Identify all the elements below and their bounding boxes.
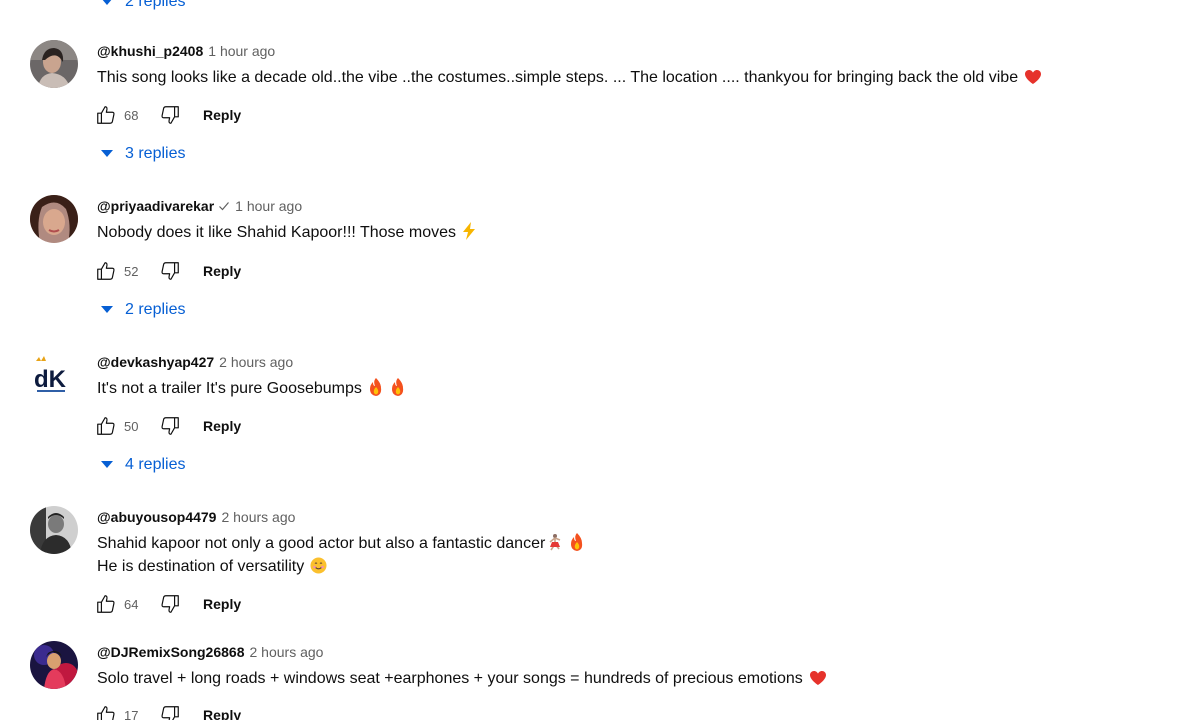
caret-down-icon	[101, 455, 113, 475]
fire-emoji-icon	[569, 533, 585, 551]
comment-actions: 50 Reply	[93, 413, 241, 439]
verified-checkmark-icon	[218, 200, 230, 212]
like-button[interactable]	[93, 591, 119, 617]
caret-down-icon	[101, 0, 113, 12]
comment-actions: 68 Reply	[93, 102, 241, 128]
avatar-monogram: dK	[34, 366, 67, 393]
reply-button[interactable]: Reply	[203, 263, 241, 279]
like-count: 17	[124, 707, 139, 720]
fire-emoji-icon	[368, 378, 384, 396]
fire-emoji-icon	[390, 378, 406, 396]
thumbs-down-icon	[161, 106, 179, 124]
comment-timestamp[interactable]: 2 hours ago	[250, 643, 324, 661]
comment-text: Nobody does it like Shahid Kapoor!!! Tho…	[97, 221, 476, 244]
comment-line: Solo travel + long roads + windows seat …	[97, 670, 803, 687]
thumbs-up-icon	[97, 262, 115, 280]
thumbs-down-icon	[161, 706, 179, 720]
avatar[interactable]	[30, 506, 78, 554]
like-button[interactable]	[93, 102, 119, 128]
thumbs-down-icon	[161, 417, 179, 435]
comment-timestamp[interactable]: 2 hours ago	[221, 508, 295, 526]
comment-line: It's not a trailer It's pure Goosebumps	[97, 380, 362, 397]
comment-actions: 64 Reply	[93, 591, 241, 617]
comment-timestamp[interactable]: 1 hour ago	[235, 197, 302, 215]
avatar[interactable]	[30, 641, 78, 689]
comment-line: He is destination of versatility	[97, 555, 585, 578]
comment-timestamp[interactable]: 2 hours ago	[219, 353, 293, 371]
replies-count-label: 2 replies	[125, 0, 186, 10]
comment-author[interactable]: @priyaadivarekar	[97, 197, 214, 215]
dislike-button[interactable]	[157, 702, 183, 720]
comment-actions: 17 Reply	[93, 702, 241, 720]
replies-count-label: 2 replies	[125, 301, 186, 318]
comment-author[interactable]: @devkashyap427	[97, 353, 214, 371]
like-button[interactable]	[93, 702, 119, 720]
like-count: 52	[124, 263, 139, 279]
thumbs-down-icon	[161, 262, 179, 280]
reply-button[interactable]: Reply	[203, 107, 241, 123]
dislike-button[interactable]	[157, 102, 183, 128]
comment-author[interactable]: @DJRemixSong26868	[97, 643, 245, 661]
avatar[interactable]: dK	[30, 351, 78, 399]
comment-line: This song looks like a decade old..the v…	[97, 69, 1019, 86]
avatar[interactable]	[30, 195, 78, 243]
replies-count-label: 4 replies	[125, 456, 186, 473]
reply-button[interactable]: Reply	[203, 596, 241, 612]
comment-author[interactable]: @abuyousop4479	[97, 508, 216, 526]
comment-text: Solo travel + long roads + windows seat …	[97, 667, 827, 690]
like-count: 68	[124, 107, 139, 123]
comment-line: Nobody does it like Shahid Kapoor!!! Tho…	[97, 224, 457, 241]
heart-emoji-icon	[809, 670, 827, 686]
like-count: 64	[124, 596, 139, 612]
caret-down-icon	[101, 300, 113, 320]
reply-button[interactable]: Reply	[203, 707, 241, 720]
dancer-emoji-icon	[547, 533, 563, 551]
smiling-face-emoji-icon	[310, 557, 327, 574]
comment-actions: 52 Reply	[93, 258, 241, 284]
like-button[interactable]	[93, 413, 119, 439]
like-button[interactable]	[93, 258, 119, 284]
comments-section: 2 replies @khushi_p2408 1 hour ago This …	[0, 0, 1200, 720]
dislike-button[interactable]	[157, 591, 183, 617]
comment-text: Shahid kapoor not only a good actor but …	[97, 532, 585, 578]
dislike-button[interactable]	[157, 413, 183, 439]
caret-down-icon	[101, 144, 113, 164]
like-count: 50	[124, 418, 139, 434]
thumbs-up-icon	[97, 706, 115, 720]
high-voltage-emoji-icon	[462, 222, 476, 240]
show-replies-button[interactable]: 2 replies	[101, 0, 185, 12]
comment-timestamp[interactable]: 1 hour ago	[208, 42, 275, 60]
show-replies-button[interactable]: 3 replies	[101, 144, 185, 164]
avatar[interactable]	[30, 40, 78, 88]
replies-count-label: 3 replies	[125, 145, 186, 162]
reply-button[interactable]: Reply	[203, 418, 241, 434]
comment-line: Shahid kapoor not only a good actor but …	[97, 532, 585, 555]
comment-text: It's not a trailer It's pure Goosebumps	[97, 377, 406, 400]
dislike-button[interactable]	[157, 258, 183, 284]
heart-emoji-icon	[1024, 69, 1042, 85]
comment-author[interactable]: @khushi_p2408	[97, 42, 203, 60]
show-replies-button[interactable]: 4 replies	[101, 455, 185, 475]
thumbs-up-icon	[97, 106, 115, 124]
thumbs-up-icon	[97, 595, 115, 613]
comment-text: This song looks like a decade old..the v…	[97, 66, 1042, 89]
thumbs-down-icon	[161, 595, 179, 613]
show-replies-button[interactable]: 2 replies	[101, 300, 185, 320]
thumbs-up-icon	[97, 417, 115, 435]
